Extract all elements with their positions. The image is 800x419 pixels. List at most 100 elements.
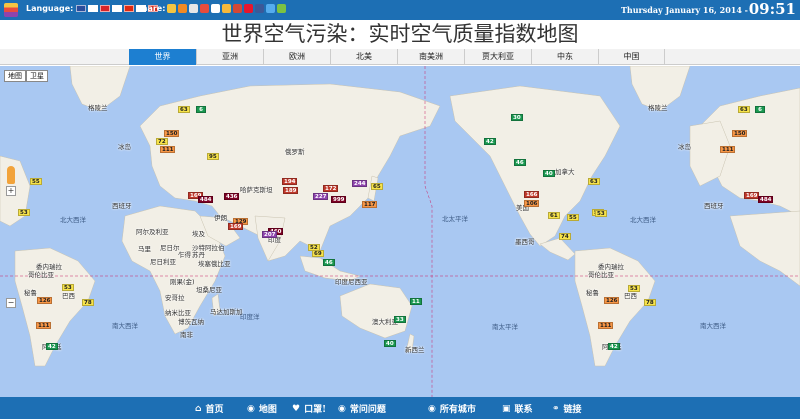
map-place-label: 尼日尔 (160, 244, 180, 252)
aqi-marker[interactable]: 227 (313, 193, 329, 200)
world-map[interactable]: 地图 卫星 + − 格陵兰 格陵兰 冰岛 冰岛 俄罗斯 哈萨克斯坦 加拿大 北大西洋 北大西洋 北… (0, 66, 800, 397)
plus-icon[interactable] (277, 4, 287, 13)
aqi-marker[interactable]: 117 (362, 201, 378, 208)
footer-link-faq[interactable]: ◉ 常问问题 (338, 402, 386, 416)
aqi-marker[interactable]: 436 (224, 193, 240, 200)
google-plus-icon[interactable] (233, 4, 243, 13)
zoom-in-button[interactable]: + (6, 186, 16, 196)
aqi-marker[interactable]: 42 (46, 343, 58, 350)
weibo-icon[interactable] (244, 4, 254, 13)
aqi-marker[interactable]: 150 (732, 130, 748, 137)
aqi-marker[interactable]: 6 (196, 106, 206, 113)
tab-europe[interactable]: 欧洲 (263, 49, 330, 65)
aqi-marker[interactable]: 111 (598, 322, 614, 329)
footer-link-contact[interactable]: ▣ 联系 (502, 402, 533, 416)
aqi-marker[interactable]: 194 (282, 178, 298, 185)
map-place-label: 博茨瓦纳 (178, 318, 204, 326)
title-bar: 世界空气污染：实时空气质量指数地图 (0, 20, 800, 49)
footer-link-mask[interactable]: ♥ 口罩! (292, 402, 326, 416)
aqi-marker[interactable]: 111 (36, 322, 52, 329)
aqi-marker[interactable]: 126 (37, 297, 53, 304)
spain-flag-icon[interactable] (100, 5, 111, 12)
page-title: 世界空气污染：实时空气质量指数地图 (221, 22, 579, 46)
aqi-marker[interactable]: 33 (394, 316, 406, 323)
aqi-marker[interactable]: 484 (198, 196, 214, 203)
zoom-out-button[interactable]: − (6, 298, 16, 308)
person-icon[interactable] (211, 4, 221, 13)
aqi-marker[interactable]: 65 (371, 183, 383, 190)
aqi-marker[interactable]: 42 (608, 343, 620, 350)
bookmark-icon[interactable] (222, 4, 232, 13)
aqi-marker[interactable]: 150 (164, 130, 180, 137)
japan-flag-icon[interactable] (88, 5, 99, 12)
aqi-marker[interactable]: 11 (410, 298, 422, 305)
aqi-marker[interactable]: 46 (514, 159, 526, 166)
aqi-marker[interactable]: 53 (18, 209, 30, 216)
aqi-marker[interactable]: 169 (228, 223, 244, 230)
share-bar: Share: (136, 4, 287, 13)
map-place-label: 冰岛 (678, 143, 691, 151)
street-view-pegman-icon[interactable] (7, 166, 15, 184)
aqi-marker[interactable]: 111 (160, 146, 176, 153)
aqi-marker[interactable]: 207 (262, 231, 278, 238)
aqi-marker[interactable]: 53 (62, 284, 74, 291)
aqi-marker[interactable]: 78 (644, 299, 656, 306)
china-flag-icon[interactable] (124, 5, 135, 12)
facebook-icon[interactable] (255, 4, 265, 13)
aqi-marker[interactable]: 78 (82, 299, 94, 306)
chat-icon[interactable] (189, 4, 199, 13)
tab-world[interactable]: 世界 (129, 49, 196, 65)
footer-link-map[interactable]: ◉ 地图 (247, 402, 277, 416)
smiley-icon[interactable] (167, 4, 177, 13)
aqi-marker[interactable]: 166 (524, 191, 540, 198)
tab-middle-east[interactable]: 中东 (531, 49, 598, 65)
map-place-label: 南太平洋 (492, 323, 518, 331)
footer-link-home[interactable]: ⌂ 首页 (195, 402, 224, 416)
tab-china[interactable]: 中国 (598, 49, 665, 65)
aqi-marker[interactable]: 61 (548, 212, 560, 219)
aqi-marker[interactable]: 172 (323, 185, 339, 192)
aqi-marker[interactable]: 95 (207, 153, 219, 160)
aqi-marker[interactable]: 63 (738, 106, 750, 113)
aqi-marker[interactable]: 52 (308, 244, 320, 251)
aqi-marker[interactable]: 244 (352, 180, 368, 187)
footer-link-label: 首页 (205, 405, 224, 415)
map-place-label: 秘鲁 (586, 289, 599, 297)
aqi-marker[interactable]: 999 (331, 196, 347, 203)
korea-flag-icon[interactable] (112, 5, 123, 12)
rss-icon[interactable] (178, 4, 188, 13)
aqi-marker[interactable]: 30 (511, 114, 523, 121)
footer-link-all-cities[interactable]: ◉ 所有城市 (428, 402, 476, 416)
aqi-marker[interactable]: 40 (543, 170, 555, 177)
aqi-marker[interactable]: 106 (524, 200, 540, 207)
aqi-marker[interactable]: 46 (323, 259, 335, 266)
site-logo-icon[interactable] (4, 3, 18, 17)
aqi-marker[interactable]: 42 (484, 138, 496, 145)
aqi-marker[interactable]: 55 (30, 178, 42, 185)
tab-south-america[interactable]: 南美洲 (397, 49, 464, 65)
translate-icon[interactable] (200, 4, 210, 13)
tab-australia[interactable]: 贾大利亚 (464, 49, 531, 65)
map-place-label: 埃塞俄比亚 (198, 260, 231, 268)
aqi-marker[interactable]: 72 (156, 138, 168, 145)
aqi-marker[interactable]: 53 (595, 210, 607, 217)
satellite-view-button[interactable]: 卫星 (26, 70, 48, 82)
aqi-marker[interactable]: 53 (628, 285, 640, 292)
tab-north-america[interactable]: 北美 (330, 49, 397, 65)
aqi-marker[interactable]: 63 (588, 178, 600, 185)
map-place-label: 南大西洋 (112, 322, 138, 330)
tab-asia[interactable]: 亚洲 (196, 49, 263, 65)
aqi-marker[interactable]: 55 (567, 214, 579, 221)
aqi-marker[interactable]: 111 (720, 146, 736, 153)
aqi-marker[interactable]: 6 (755, 106, 765, 113)
map-view-button[interactable]: 地图 (4, 70, 26, 82)
aqi-marker[interactable]: 126 (604, 297, 620, 304)
uk-flag-icon[interactable] (76, 5, 87, 12)
footer-link-links[interactable]: ⚭ 链接 (552, 402, 582, 416)
aqi-marker[interactable]: 63 (178, 106, 190, 113)
aqi-marker[interactable]: 74 (559, 233, 571, 240)
aqi-marker[interactable]: 484 (758, 196, 774, 203)
aqi-marker[interactable]: 189 (283, 187, 299, 194)
aqi-marker[interactable]: 40 (384, 340, 396, 347)
twitter-icon[interactable] (266, 4, 276, 13)
